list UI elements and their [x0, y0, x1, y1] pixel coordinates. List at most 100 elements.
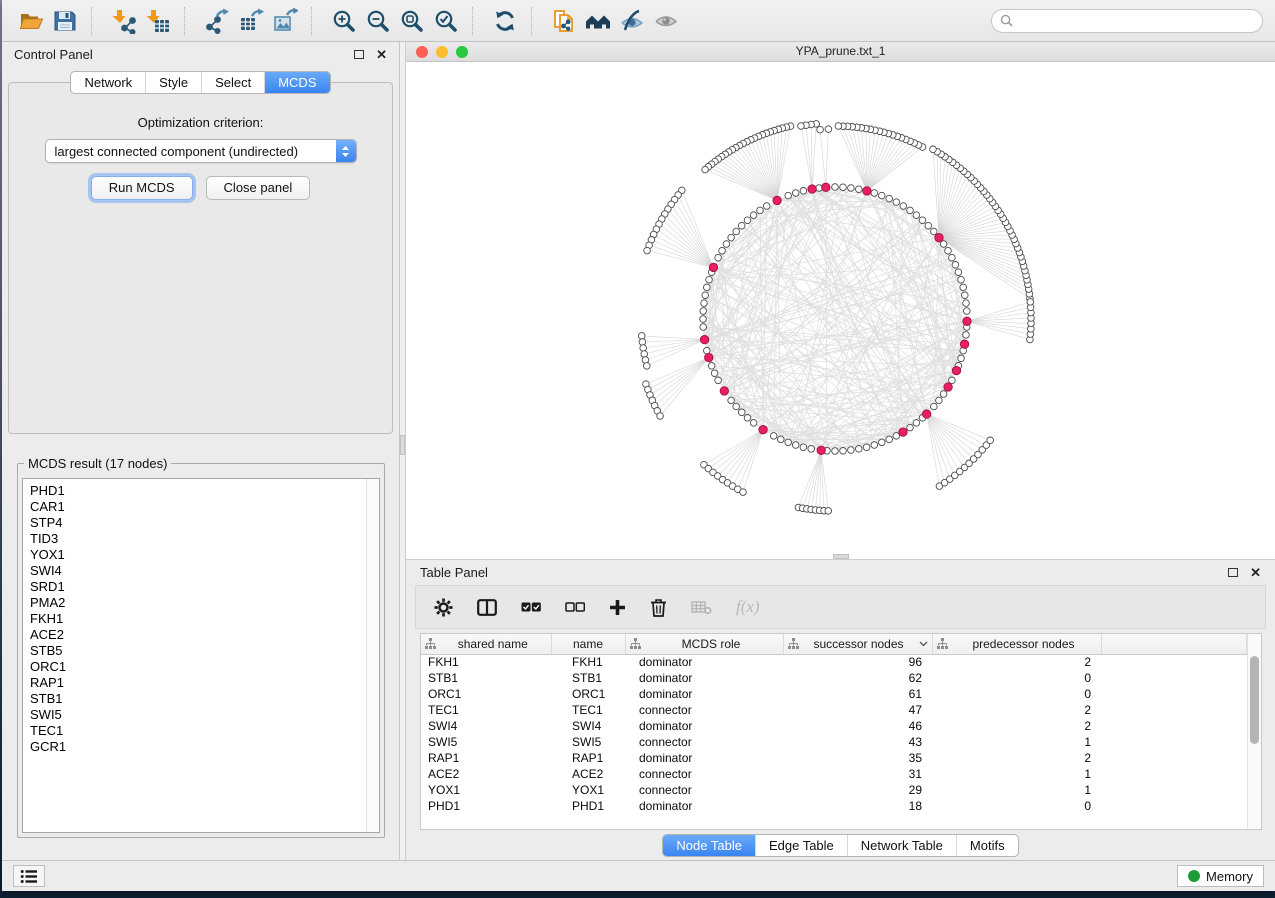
- mcds-result-item[interactable]: TEC1: [30, 723, 379, 739]
- tab-select[interactable]: Select: [201, 72, 264, 93]
- mcds-result-item[interactable]: TID3: [30, 531, 379, 547]
- criterion-select[interactable]: largest connected component (undirected): [45, 139, 357, 163]
- table-cell[interactable]: SWI4: [421, 718, 551, 734]
- column-header-name[interactable]: name: [551, 634, 625, 654]
- new-network-from-selection-button[interactable]: [547, 5, 581, 37]
- table-cell[interactable]: dominator: [625, 670, 783, 686]
- table-cell[interactable]: RAP1: [421, 750, 551, 766]
- mcds-result-item[interactable]: STP4: [30, 515, 379, 531]
- table-cell[interactable]: [1101, 782, 1247, 798]
- table-cell[interactable]: 0: [932, 798, 1101, 814]
- zoom-in-button[interactable]: [327, 5, 361, 37]
- table-cell[interactable]: TEC1: [551, 702, 625, 718]
- table-cell[interactable]: RAP1: [551, 750, 625, 766]
- table-row[interactable]: SWI4SWI4dominator462: [421, 718, 1247, 734]
- delete-column-button[interactable]: [650, 598, 667, 617]
- table-cell[interactable]: [1101, 798, 1247, 814]
- table-cell[interactable]: ORC1: [421, 686, 551, 702]
- table-cell[interactable]: connector: [625, 782, 783, 798]
- table-cell[interactable]: STB1: [551, 670, 625, 686]
- mcds-result-item[interactable]: ORC1: [30, 659, 379, 675]
- tab-mcds[interactable]: MCDS: [264, 72, 329, 93]
- table-cell[interactable]: 2: [932, 654, 1101, 670]
- close-panel-button[interactable]: Close panel: [206, 176, 311, 200]
- mcds-result-item[interactable]: ACE2: [30, 627, 379, 643]
- table-cell[interactable]: 61: [783, 686, 932, 702]
- column-header-MCDS-role[interactable]: MCDS role: [625, 634, 783, 654]
- mcds-list-scrollbar[interactable]: [366, 479, 379, 832]
- table-cell[interactable]: [1101, 670, 1247, 686]
- import-network-button[interactable]: [107, 5, 141, 37]
- table-cell[interactable]: 0: [932, 686, 1101, 702]
- tab-style[interactable]: Style: [145, 72, 201, 93]
- mcds-result-item[interactable]: RAP1: [30, 675, 379, 691]
- close-table-panel-icon[interactable]: ✕: [1250, 566, 1261, 579]
- table-cell[interactable]: [1101, 718, 1247, 734]
- vertical-splitter-handle[interactable]: [400, 435, 405, 455]
- mcds-result-item[interactable]: FKH1: [30, 611, 379, 627]
- task-history-button[interactable]: [13, 865, 45, 887]
- select-all-columns-button[interactable]: [521, 602, 541, 612]
- search-input[interactable]: [1018, 14, 1254, 28]
- tab-network-table[interactable]: Network Table: [847, 835, 956, 856]
- zoom-fit-button[interactable]: [395, 5, 429, 37]
- table-cell[interactable]: 29: [783, 782, 932, 798]
- table-cell[interactable]: 2: [932, 718, 1101, 734]
- table-cell[interactable]: dominator: [625, 798, 783, 814]
- zoom-window-icon[interactable]: [456, 46, 468, 58]
- table-cell[interactable]: 1: [932, 766, 1101, 782]
- table-row[interactable]: ACE2ACE2connector311: [421, 766, 1247, 782]
- tab-edge-table[interactable]: Edge Table: [755, 835, 847, 856]
- table-cell[interactable]: dominator: [625, 686, 783, 702]
- table-cell[interactable]: 2: [932, 750, 1101, 766]
- import-table-button[interactable]: [141, 5, 175, 37]
- table-cell[interactable]: 1: [932, 734, 1101, 750]
- table-row[interactable]: FKH1FKH1dominator962: [421, 654, 1247, 670]
- table-cell[interactable]: [1101, 702, 1247, 718]
- export-image-button[interactable]: [268, 5, 302, 37]
- table-cell[interactable]: 1: [932, 782, 1101, 798]
- table-row[interactable]: TEC1TEC1connector472: [421, 702, 1247, 718]
- deselect-all-columns-button[interactable]: [565, 602, 585, 612]
- table-row[interactable]: PHD1PHD1dominator180: [421, 798, 1247, 814]
- mcds-result-item[interactable]: GCR1: [30, 739, 379, 755]
- add-column-button[interactable]: [609, 599, 626, 616]
- table-settings-button[interactable]: [434, 598, 453, 617]
- table-cell[interactable]: YOX1: [421, 782, 551, 798]
- table-cell[interactable]: YOX1: [551, 782, 625, 798]
- float-panel-icon[interactable]: [354, 50, 364, 59]
- mcds-result-item[interactable]: SWI4: [30, 563, 379, 579]
- table-cell[interactable]: 43: [783, 734, 932, 750]
- table-row[interactable]: RAP1RAP1dominator352: [421, 750, 1247, 766]
- column-header-shared-name[interactable]: shared name: [421, 634, 551, 654]
- table-scrollbar-thumb[interactable]: [1250, 656, 1259, 744]
- table-cell[interactable]: 46: [783, 718, 932, 734]
- horizontal-splitter-handle[interactable]: [833, 554, 849, 559]
- table-cell[interactable]: ACE2: [551, 766, 625, 782]
- table-cell[interactable]: [1101, 686, 1247, 702]
- table-cell[interactable]: STB1: [421, 670, 551, 686]
- toggle-column-view-button[interactable]: [477, 599, 497, 616]
- table-cell[interactable]: SWI5: [551, 734, 625, 750]
- table-cell[interactable]: [1101, 750, 1247, 766]
- table-cell[interactable]: connector: [625, 702, 783, 718]
- run-mcds-button[interactable]: Run MCDS: [91, 176, 193, 200]
- table-cell[interactable]: PHD1: [551, 798, 625, 814]
- table-cell[interactable]: PHD1: [421, 798, 551, 814]
- open-session-button[interactable]: [14, 5, 48, 37]
- table-cell[interactable]: dominator: [625, 718, 783, 734]
- mcds-result-item[interactable]: YOX1: [30, 547, 379, 563]
- mcds-result-item[interactable]: STB5: [30, 643, 379, 659]
- table-cell[interactable]: 62: [783, 670, 932, 686]
- table-cell[interactable]: 18: [783, 798, 932, 814]
- mcds-result-item[interactable]: CAR1: [30, 499, 379, 515]
- table-cell[interactable]: dominator: [625, 654, 783, 670]
- table-cell[interactable]: 47: [783, 702, 932, 718]
- table-cell[interactable]: 2: [932, 702, 1101, 718]
- tab-node-table[interactable]: Node Table: [663, 835, 755, 856]
- table-cell[interactable]: FKH1: [421, 654, 551, 670]
- table-cell[interactable]: SWI5: [421, 734, 551, 750]
- tab-motifs[interactable]: Motifs: [956, 835, 1018, 856]
- export-table-button[interactable]: [234, 5, 268, 37]
- table-cell[interactable]: ORC1: [551, 686, 625, 702]
